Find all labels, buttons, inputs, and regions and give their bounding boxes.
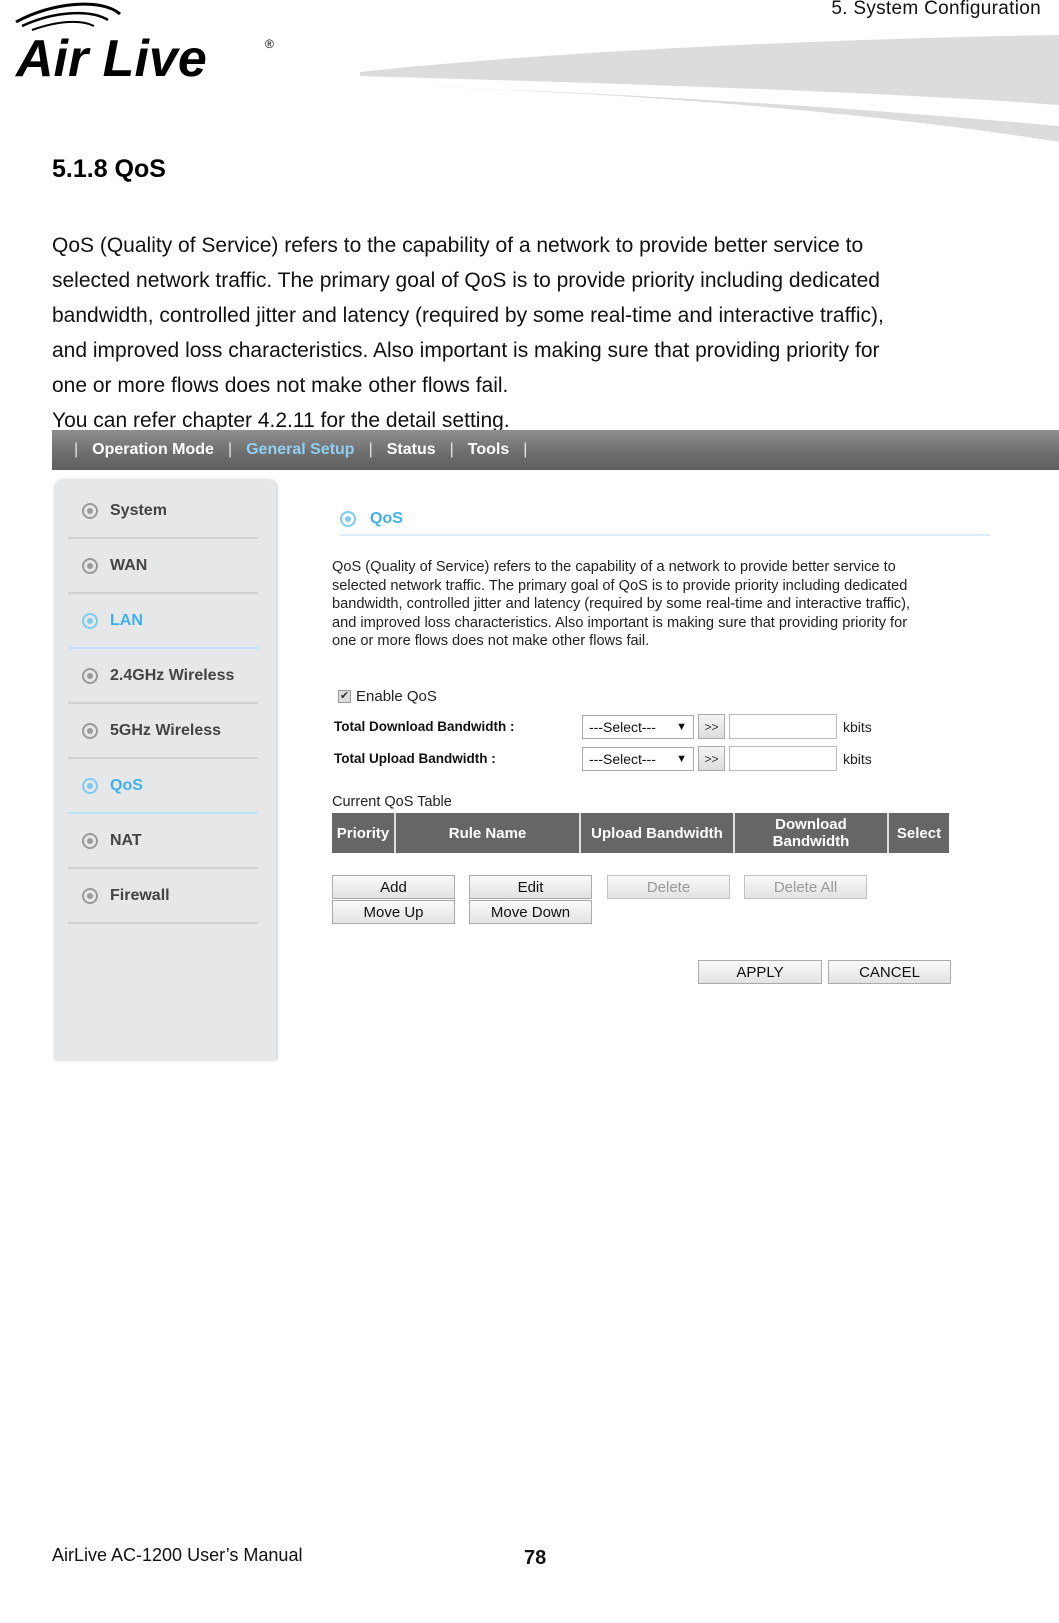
logo-wordmark: Air Live xyxy=(14,30,207,82)
dropdown-arrow-icon: ▼ xyxy=(676,752,687,765)
paragraph-line: one or more flows does not make other fl… xyxy=(52,374,509,397)
description-line: one or more flows does not make other fl… xyxy=(332,633,650,649)
panel-title: QoS xyxy=(340,510,990,536)
enable-qos-row: ✔ Enable QoS xyxy=(338,688,437,705)
download-bandwidth-label: Total Download Bandwidth : xyxy=(334,719,515,734)
radio-bullet-icon xyxy=(82,502,98,519)
description-line: and improved loss characteristics. Also … xyxy=(332,614,908,631)
sidebar: System WAN LAN 2.4GHz Wireless 5GHz Wire… xyxy=(54,480,276,1060)
panel-title-label: QoS xyxy=(370,510,403,527)
footer-manual-title: AirLive AC-1200 User’s Manual xyxy=(52,1545,303,1565)
nav-separator: | xyxy=(74,441,79,458)
nav-operation-mode[interactable]: Operation Mode xyxy=(92,441,214,459)
table-header-row: Priority Rule Name Upload Bandwidth Down… xyxy=(332,813,949,853)
description-line: bandwidth, controlled jitter and latency… xyxy=(332,596,911,612)
panel-description: QoS (Quality of Service) refers to the c… xyxy=(332,558,992,651)
download-apply-arrow-button[interactable]: >> xyxy=(698,714,725,739)
section-title: 5.1.8 QoS xyxy=(52,155,166,183)
sidebar-item-label: 5GHz Wireless xyxy=(110,721,222,739)
header-swoosh-decoration xyxy=(360,35,1059,142)
column-header-rule-name: Rule Name xyxy=(395,813,581,853)
download-unit-label: kbits xyxy=(843,718,872,735)
radio-bullet-icon xyxy=(82,777,98,794)
nav-separator: | xyxy=(449,441,454,458)
qos-table: Priority Rule Name Upload Bandwidth Down… xyxy=(332,813,949,853)
dropdown-arrow-icon: ▼ xyxy=(676,720,687,733)
column-header-select: Select xyxy=(888,813,949,853)
delete-button[interactable]: Delete xyxy=(607,875,730,899)
sidebar-item-label: QoS xyxy=(110,776,143,794)
add-button[interactable]: Add xyxy=(332,875,455,899)
sidebar-item-5ghz-wireless[interactable]: 5GHz Wireless xyxy=(68,704,258,759)
upload-bandwidth-select[interactable]: ---Select--- ▼ xyxy=(582,746,694,771)
sidebar-item-wan[interactable]: WAN xyxy=(68,539,258,594)
select-value: ---Select--- xyxy=(589,718,656,735)
paragraph-line: and improved loss characteristics. Also … xyxy=(52,339,880,362)
radio-bullet-icon xyxy=(82,612,98,629)
nav-general-setup[interactable]: General Setup xyxy=(246,441,354,459)
radio-bullet-icon xyxy=(82,667,98,684)
column-header-upload-bandwidth: Upload Bandwidth xyxy=(580,813,735,853)
sidebar-item-label: WAN xyxy=(110,556,148,574)
airlive-logo: Air Live ® xyxy=(14,2,274,82)
enable-qos-label: Enable QoS xyxy=(356,688,437,705)
edit-button[interactable]: Edit xyxy=(469,875,592,899)
paragraph-line: bandwidth, controlled jitter and latency… xyxy=(52,304,884,327)
radio-bullet-icon xyxy=(82,887,98,904)
paragraph-line: selected network traffic. The primary go… xyxy=(52,269,880,292)
radio-bullet-icon xyxy=(82,722,98,739)
router-ui-screenshot: | Operation Mode | General Setup | Statu… xyxy=(52,430,1059,1060)
nav-separator: | xyxy=(227,441,233,458)
upload-bandwidth-row: Total Upload Bandwidth : ---Select--- ▼ … xyxy=(334,746,872,771)
upload-apply-arrow-button[interactable]: >> xyxy=(698,746,725,771)
sidebar-item-label: Firewall xyxy=(110,886,170,904)
nav-status[interactable]: Status xyxy=(387,441,436,459)
enable-qos-checkbox[interactable]: ✔ xyxy=(338,690,351,703)
registered-mark: ® xyxy=(265,37,274,51)
description-line: QoS (Quality of Service) refers to the c… xyxy=(332,559,896,575)
nav-separator: | xyxy=(523,441,528,458)
nav-separator: | xyxy=(368,441,373,458)
paragraph-line: QoS (Quality of Service) refers to the c… xyxy=(52,234,864,257)
move-down-button[interactable]: Move Down xyxy=(469,900,592,924)
upload-unit-label: kbits xyxy=(843,750,872,767)
download-bandwidth-input[interactable] xyxy=(729,714,837,739)
upload-bandwidth-input[interactable] xyxy=(729,746,837,771)
radio-bullet-icon xyxy=(82,557,98,574)
sidebar-item-24ghz-wireless[interactable]: 2.4GHz Wireless xyxy=(68,649,258,704)
select-value: ---Select--- xyxy=(589,750,656,767)
sidebar-item-qos[interactable]: QoS xyxy=(68,759,258,814)
sidebar-item-system[interactable]: System xyxy=(68,484,258,539)
sidebar-item-firewall[interactable]: Firewall xyxy=(68,869,258,924)
upload-bandwidth-label: Total Upload Bandwidth : xyxy=(334,751,496,766)
sidebar-item-nat[interactable]: NAT xyxy=(68,814,258,869)
page-number: 78 xyxy=(524,1547,547,1569)
sidebar-item-label: System xyxy=(110,501,167,519)
column-header-download-bandwidth: Download Bandwidth xyxy=(734,813,889,853)
top-navigation-bar: | Operation Mode | General Setup | Statu… xyxy=(52,430,1059,470)
sidebar-item-lan[interactable]: LAN xyxy=(68,594,258,649)
download-bandwidth-select[interactable]: ---Select--- ▼ xyxy=(582,714,694,739)
sidebar-item-label: NAT xyxy=(110,831,142,849)
description-line: selected network traffic. The primary go… xyxy=(332,577,908,594)
chapter-header: 5. System Configuration xyxy=(831,0,1041,19)
delete-all-button[interactable]: Delete All xyxy=(744,875,867,899)
column-header-priority: Priority xyxy=(332,813,396,853)
sidebar-item-label: LAN xyxy=(110,611,143,629)
cancel-button[interactable]: CANCEL xyxy=(828,960,951,984)
section-paragraph: QoS (Quality of Service) refers to the c… xyxy=(52,228,1042,438)
apply-button[interactable]: APPLY xyxy=(698,960,822,984)
sidebar-item-label: 2.4GHz Wireless xyxy=(110,666,235,684)
radio-bullet-icon xyxy=(340,511,356,527)
move-up-button[interactable]: Move Up xyxy=(332,900,455,924)
nav-tools[interactable]: Tools xyxy=(468,441,509,459)
radio-bullet-icon xyxy=(82,832,98,849)
qos-table-caption: Current QoS Table xyxy=(332,794,452,810)
download-bandwidth-row: Total Download Bandwidth : ---Select--- … xyxy=(334,714,872,739)
